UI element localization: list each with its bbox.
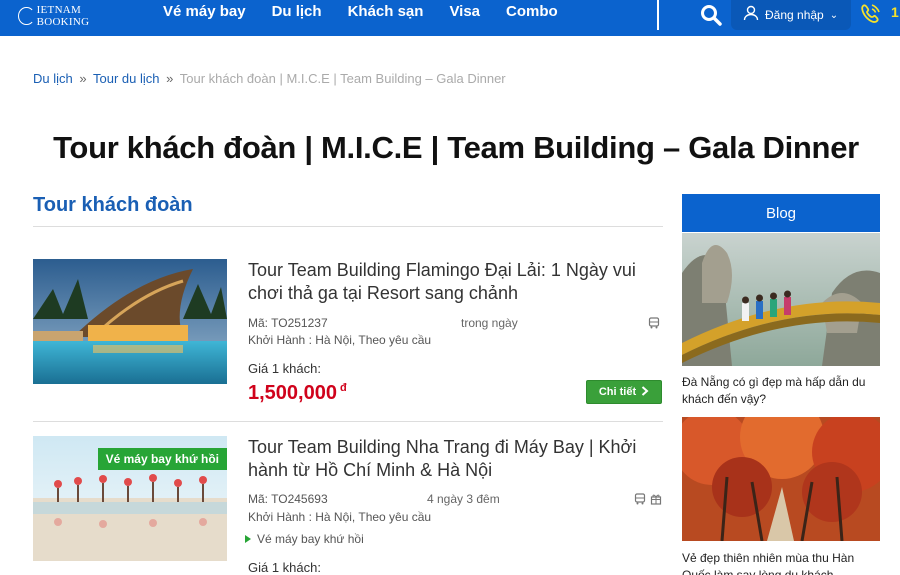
breadcrumb-current: Tour khách đoàn | M.I.C.E | Team Buildin… [179,71,506,86]
tour-departure: Khởi Hành : Hà Nội, Theo yêu cầu [248,333,432,347]
section-title: Tour khách đoàn [33,194,193,216]
triangle-bullet-icon [245,535,251,543]
tour-price: 1,500,000 đ [248,382,347,405]
card-divider [33,421,663,422]
price-label: Giá 1 khách: [248,560,321,575]
tour-code: Mã: TO245693 [248,492,328,506]
blog-image-autumn-korea[interactable] [682,417,880,541]
tour-image-nha-trang[interactable]: Vé máy bay khứ hồi [33,436,227,561]
currency-symbol: đ [339,382,347,395]
nav-item-combo[interactable]: Combo [493,0,571,26]
tour-card: Tour Team Building Flamingo Đại Lải: 1 N… [33,259,663,404]
nav-divider [657,0,659,30]
price-value: 1,500,000 [248,382,337,404]
nav-item-travel[interactable]: Du lịch [259,0,335,26]
user-icon [743,5,759,26]
nav-item-flights[interactable]: Vé máy bay [150,0,259,26]
breadcrumb-tours[interactable]: Tour du lịch [93,71,159,86]
price-label: Giá 1 khách: [248,361,321,376]
phone-icon[interactable] [858,2,882,26]
nav-item-hotels[interactable]: Khách sạn [335,0,437,26]
chevron-down-icon: ⌄ [829,9,839,21]
search-icon[interactable] [700,4,722,26]
login-button[interactable]: Đăng nhập ⌄ [731,0,851,30]
hotline-number[interactable]: 1 [891,4,899,20]
roundtrip-flight-badge: Vé máy bay khứ hồi [97,448,227,470]
bus-icon [648,316,660,334]
breadcrumb-travel[interactable]: Du lịch [33,71,73,86]
tour-card: Vé máy bay khứ hồi Tour Team Building Nh… [33,436,663,575]
blog-post-title[interactable]: Vẻ đẹp thiên nhiên mùa thu Hàn Quốc làm … [682,550,880,575]
tour-title[interactable]: Tour Team Building Flamingo Đại Lải: 1 N… [248,259,658,305]
top-navigation-bar: IETNAM BOOKING Vé máy bay Du lịch Khách … [0,0,900,36]
detail-label: Chi tiết [598,386,637,398]
breadcrumb-separator: » [79,71,87,86]
transport-icons [648,316,660,334]
tour-departure: Khởi Hành : Hà Nội, Theo yêu cầu [248,510,432,524]
tour-duration: 4 ngày 3 đêm [427,492,500,506]
transport-icons [634,492,662,510]
tour-image-flamingo[interactable] [33,259,227,384]
nav-item-visa[interactable]: Visa [436,0,493,26]
tour-title[interactable]: Tour Team Building Nha Trang đi Máy Bay … [248,436,658,482]
logo-text: IETNAM BOOKING [36,4,90,28]
feature-item: Vé máy bay khứ hồi [245,532,364,546]
logo-mark-icon [18,7,35,25]
blog-heading: Blog [682,194,880,232]
main-nav: Vé máy bay Du lịch Khách sạn Visa Combo [150,0,571,26]
breadcrumb-separator: » [166,71,174,86]
blog-post-title[interactable]: Đà Nẵng có gì đẹp mà hấp dẫn du khách đế… [682,374,880,408]
gift-icon [650,492,662,510]
detail-button[interactable]: Chi tiết [586,380,662,404]
tour-code: Mã: TO251237 [248,316,328,330]
blog-sidebar: Blog Đà Nẵng có gì đẹp mà hấp dẫn du khá… [682,194,880,575]
chevron-right-icon [641,385,649,399]
site-logo[interactable]: IETNAM BOOKING [18,4,128,28]
tour-duration: trong ngày [461,316,518,330]
bus-icon [634,492,646,510]
feature-label: Vé máy bay khứ hồi [257,532,364,546]
login-label: Đăng nhập [765,8,824,22]
breadcrumb: Du lịch » Tour du lịch » Tour khách đoàn… [33,71,506,86]
page-title: Tour khách đoàn | M.I.C.E | Team Buildin… [53,130,859,165]
section-divider [33,226,663,227]
blog-image-golden-bridge[interactable] [682,233,880,366]
